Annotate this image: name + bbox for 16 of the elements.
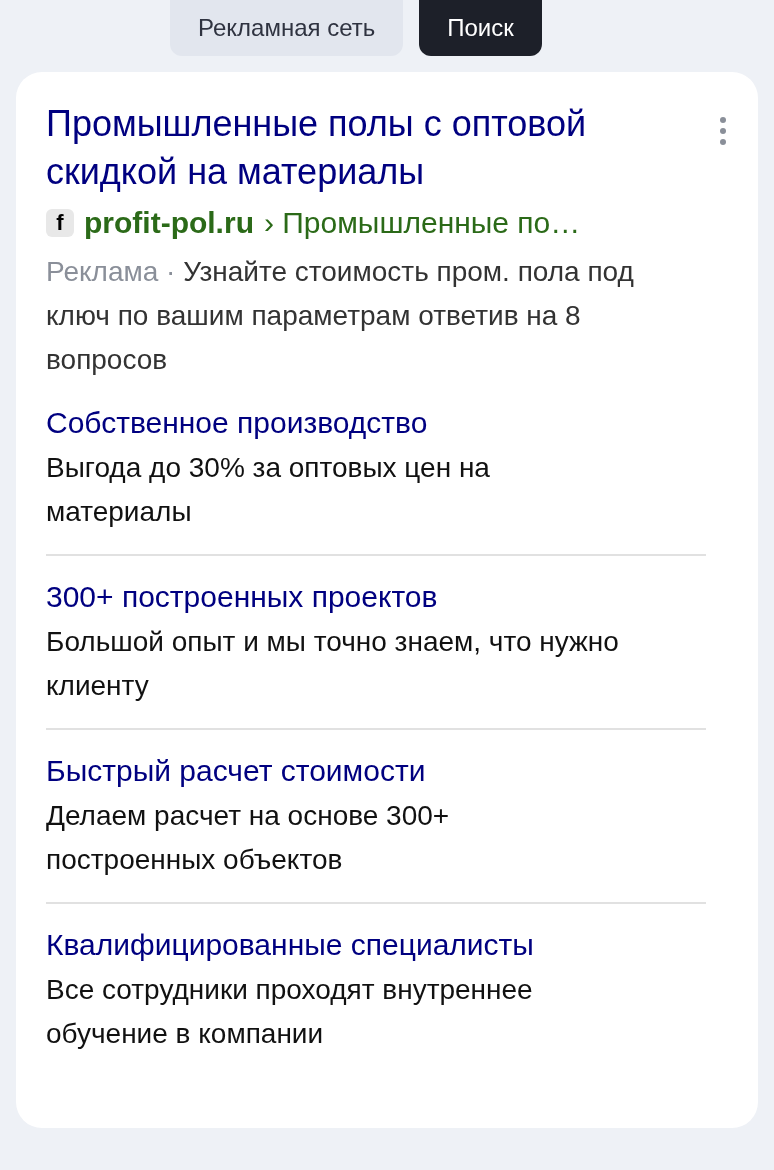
favicon-icon: f — [46, 209, 74, 237]
sitelink-description: Выгода до 30% за оптовых цен на материалы — [46, 451, 491, 529]
sitelink[interactable]: Быстрый расчет стоимости — [46, 748, 706, 794]
more-icon[interactable] — [718, 116, 728, 146]
domain-link[interactable]: profit-pol.ru — [84, 200, 254, 246]
sitelink-description: Все сотрудники проходят внутреннее обучение в компании — [46, 973, 534, 1051]
sitelink-description: Делаем расчет на основе 300+ построенных объектов — [46, 799, 451, 877]
ad-description: Реклама · Узнайте стоимость пром. пола под ключ по вашим параметрам ответив на 8 вопросов — [46, 255, 635, 377]
sitelink[interactable]: 300+ построенных проектов — [46, 574, 706, 620]
path-link[interactable]: › Промышленные по… — [263, 200, 581, 246]
ad-title-link[interactable]: Промышленные полы с оптовой скидкой на материалы — [46, 100, 676, 196]
sitelink[interactable]: Собственное производство — [46, 400, 706, 446]
sitelink[interactable]: Квалифицированные специалисты — [46, 922, 706, 968]
sitelink-description: Большой опыт и мы точно знаем, что нужно клиенту — [46, 625, 620, 703]
tab[interactable]: Рекламная сеть — [170, 0, 404, 56]
tab[interactable]: Поиск — [419, 0, 542, 56]
